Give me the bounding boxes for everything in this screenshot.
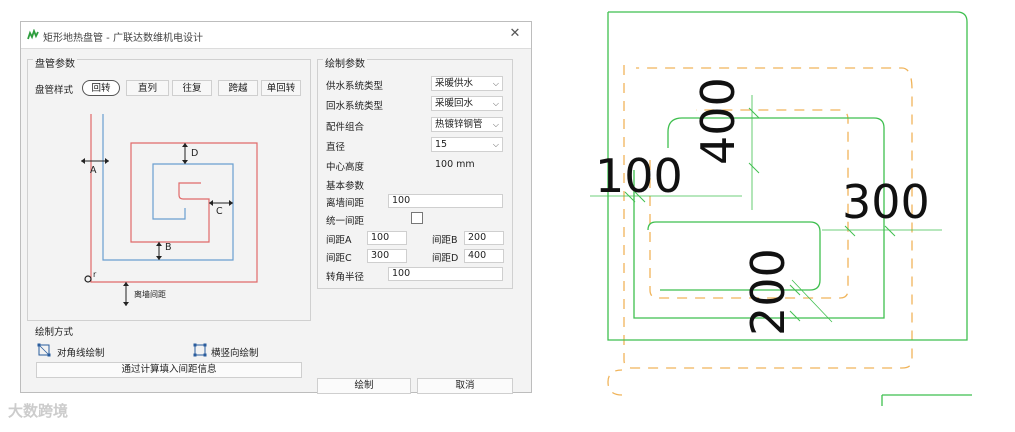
style-button-reciprocating[interactable]: 往复 bbox=[172, 80, 212, 96]
supply-type-label: 供水系统类型 bbox=[326, 81, 384, 92]
coil-style-label: 盘管样式 bbox=[35, 85, 74, 96]
horiz-vert-draw-icon[interactable] bbox=[193, 343, 207, 357]
fitting-select[interactable]: 热镀锌钢管 ⌵ bbox=[431, 117, 503, 132]
dim-label-c: C bbox=[216, 206, 223, 217]
chevron-down-icon: ⌵ bbox=[492, 140, 499, 149]
style-button-cross[interactable]: 跨越 bbox=[218, 80, 258, 96]
center-height-value: 100 mm bbox=[435, 159, 475, 170]
watermark-text: 大数跨境 bbox=[8, 402, 69, 420]
draw-mode-title: 绘制方式 bbox=[35, 327, 74, 338]
diagonal-draw-option[interactable]: 对角线绘制 bbox=[57, 345, 105, 359]
cad-drawing-view: 100 400 300 200 bbox=[572, 0, 1015, 429]
diameter-label: 直径 bbox=[326, 142, 346, 153]
corner-radius-label: 转角半径 bbox=[326, 272, 365, 283]
wall-spacing-caption: 离墙间距 bbox=[134, 290, 166, 299]
spacing-a-label: 间距A bbox=[326, 235, 352, 246]
wall-spacing-label: 离墙间距 bbox=[326, 198, 365, 209]
dim-label-d: D bbox=[191, 148, 199, 159]
draw-button[interactable]: 绘制 bbox=[317, 378, 411, 394]
uniform-spacing-label: 统一间距 bbox=[326, 216, 365, 227]
uniform-spacing-checkbox[interactable] bbox=[411, 212, 423, 224]
calc-spacing-button[interactable]: 通过计算填入间距信息 bbox=[36, 362, 302, 378]
orange-bottom-pipe bbox=[607, 369, 623, 396]
cad-dim-100: 100 bbox=[595, 149, 683, 203]
return-type-label: 回水系统类型 bbox=[326, 101, 384, 112]
diameter-select[interactable]: 15 ⌵ bbox=[431, 137, 503, 152]
return-type-select[interactable]: 采暖回水 ⌵ bbox=[431, 96, 503, 111]
chevron-down-icon: ⌵ bbox=[492, 79, 499, 88]
cad-dim-400: 400 bbox=[691, 77, 745, 165]
spacing-c-input[interactable]: 300 bbox=[367, 249, 407, 263]
dim-label-b: B bbox=[165, 242, 172, 253]
spacing-d-label: 间距D bbox=[432, 253, 459, 264]
return-pipe-line bbox=[102, 114, 234, 261]
supply-pipe-line bbox=[90, 114, 258, 283]
style-button-single-rotary[interactable]: 单回转 bbox=[261, 80, 301, 96]
diagonal-draw-icon[interactable] bbox=[37, 343, 51, 357]
app-logo-icon bbox=[27, 29, 39, 40]
title-bar: 矩形地热盘管 - 广联达数维机电设计 ✕ bbox=[21, 22, 531, 49]
basic-params-label: 基本参数 bbox=[326, 181, 365, 192]
horiz-vert-draw-option[interactable]: 横竖向绘制 bbox=[211, 345, 259, 359]
coil-schematic bbox=[81, 114, 258, 306]
corner-radius-input[interactable]: 100 bbox=[388, 267, 503, 281]
spacing-c-label: 间距C bbox=[326, 253, 352, 264]
spacing-b-input[interactable]: 200 bbox=[464, 231, 504, 245]
cad-dim-200: 200 bbox=[741, 248, 795, 336]
chevron-down-icon: ⌵ bbox=[492, 99, 499, 108]
supply-type-select[interactable]: 采暖供水 ⌵ bbox=[431, 76, 503, 91]
cancel-button[interactable]: 取消 bbox=[417, 378, 513, 394]
center-height-label: 中心高度 bbox=[326, 162, 365, 173]
draw-params-title: 绘制参数 bbox=[323, 55, 367, 70]
spacing-a-input[interactable]: 100 bbox=[367, 231, 407, 245]
wall-spacing-input[interactable]: 100 bbox=[388, 194, 503, 208]
close-icon[interactable]: ✕ bbox=[507, 26, 523, 42]
dim-label-r: r bbox=[93, 270, 97, 279]
chevron-down-icon: ⌵ bbox=[492, 120, 499, 129]
dim-label-a: A bbox=[90, 165, 97, 176]
dialog-window: 矩形地热盘管 - 广联达数维机电设计 ✕ 盘管参数 盘管样式 回转 直列 往复 … bbox=[20, 21, 532, 394]
style-button-rotary[interactable]: 回转 bbox=[82, 80, 120, 96]
fitting-label: 配件组合 bbox=[326, 122, 365, 133]
window-title: 矩形地热盘管 - 广联达数维机电设计 bbox=[43, 33, 203, 44]
style-button-inline[interactable]: 直列 bbox=[126, 80, 169, 96]
coil-params-title: 盘管参数 bbox=[33, 55, 77, 70]
cad-dim-300: 300 bbox=[842, 175, 930, 229]
spacing-d-input[interactable]: 400 bbox=[464, 249, 504, 263]
cad-canvas[interactable]: 100 400 300 200 bbox=[572, 0, 1015, 429]
spacing-b-label: 间距B bbox=[432, 235, 458, 246]
